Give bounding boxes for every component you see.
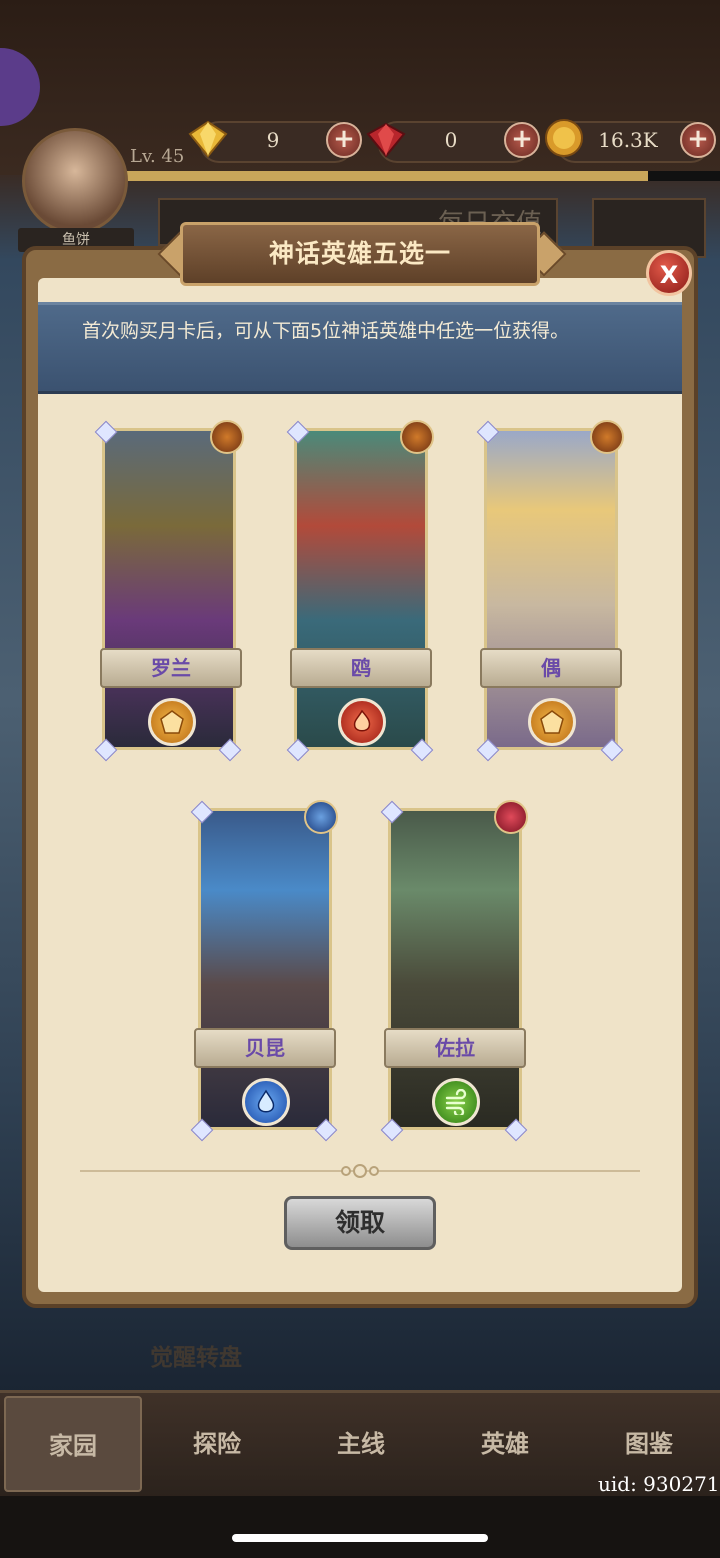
earth-element-icon [148,698,196,746]
claim-button[interactable]: 领取 [284,1196,436,1250]
close-button[interactable]: X [646,250,692,296]
notice-banner [38,302,682,394]
coin-count: 16.3K [598,128,658,152]
fire-crest-icon [400,420,434,454]
coin-icon [542,118,586,158]
nav-explore-label: 探险 [193,1430,241,1458]
nav-heroes-label: 英雄 [481,1430,529,1458]
gold-gem-count: 9 [266,128,280,152]
water-element-icon [242,1078,290,1126]
nav-explore[interactable]: 探险 [148,1396,286,1492]
wind-element-icon [432,1078,480,1126]
gold-gem-icon [186,118,230,158]
fire-crest-icon [590,420,624,454]
hero-name: 贝昆 [194,1028,336,1068]
fire-element-icon [338,698,386,746]
hero-name: 佐拉 [384,1028,526,1068]
hero-name: 罗兰 [100,648,242,688]
add-coin-button[interactable]: + [680,122,716,158]
hero-name: 偶 [480,648,622,688]
nav-main-quest-label: 主线 [337,1430,385,1458]
hero-name: 鸥 [290,648,432,688]
earth-element-icon [528,698,576,746]
star-crest-icon [304,800,338,834]
awaken-wheel-label[interactable]: 觉醒转盘 [150,1338,260,1372]
player-level: Lv. 45 [130,146,185,167]
notice-text: 首次购买月卡后，可从下面5位神话英雄中任选一位获得。 [82,320,570,342]
bottom-strip [0,1496,720,1558]
home-indicator[interactable] [232,1534,488,1542]
divider-ornament [341,1164,379,1178]
add-red-gem-button[interactable]: + [504,122,540,158]
fire-crest-icon [210,420,244,454]
add-gold-gem-button[interactable]: + [326,122,362,158]
player-avatar[interactable] [22,128,128,234]
dialog-title: 神话英雄五选一 [268,239,451,268]
exp-progress-remaining [648,171,720,181]
demon-crest-icon [494,800,528,834]
exp-progress-bar [125,171,720,181]
nav-main-quest[interactable]: 主线 [292,1396,430,1492]
user-id: uid: 930271 [598,1472,720,1496]
nav-home-label: 家园 [49,1432,97,1460]
nav-home[interactable]: 家园 [4,1396,142,1492]
nav-heroes[interactable]: 英雄 [436,1396,574,1492]
red-gem-icon [364,118,408,158]
red-gem-count: 0 [444,128,458,152]
